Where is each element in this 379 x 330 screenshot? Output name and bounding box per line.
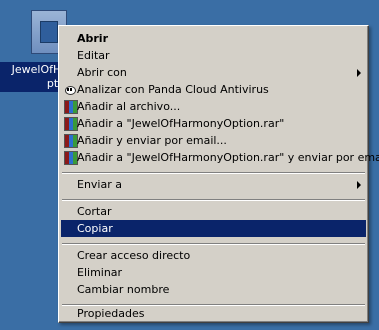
menu-item-label: Añadir a "JewelOfHarmonyOption.rar" y en… [77, 151, 379, 164]
menu-item-crear-acceso[interactable]: Crear acceso directo [61, 247, 366, 264]
menu-item-label: Analizar con Panda Cloud Antivirus [77, 83, 269, 96]
submenu-arrow-icon [357, 181, 361, 189]
menu-item-anadir-email[interactable]: Añadir y enviar por email... [61, 132, 366, 149]
menu-item-label: Cambiar nombre [77, 283, 170, 296]
menu-item-editar[interactable]: Editar [61, 47, 366, 64]
menu-item-label: Eliminar [77, 266, 123, 279]
menu-item-label: Abrir [77, 32, 109, 45]
menu-item-label: Propiedades [77, 307, 145, 320]
menu-separator [62, 172, 365, 174]
winrar-icon [64, 116, 78, 131]
menu-item-anadir-rar-email[interactable]: Añadir a "JewelOfHarmonyOption.rar" y en… [61, 149, 379, 166]
menu-item-label: Añadir al archivo... [77, 100, 181, 113]
menu-item-label: Abrir con [77, 66, 127, 79]
menu-item-cortar[interactable]: Cortar [61, 203, 366, 220]
panda-antivirus-icon [64, 84, 76, 96]
menu-item-analizar-panda[interactable]: Analizar con Panda Cloud Antivirus [61, 81, 366, 98]
menu-item-propiedades[interactable]: Propiedades [61, 305, 366, 322]
menu-item-label: Copiar [77, 222, 113, 235]
winrar-icon [64, 150, 78, 165]
menu-item-abrir-con[interactable]: Abrir con [61, 64, 366, 81]
menu-item-label: Enviar a [77, 178, 122, 191]
menu-item-anadir-rar[interactable]: Añadir a "JewelOfHarmonyOption.rar" [61, 115, 366, 132]
menu-separator [62, 243, 365, 245]
menu-item-abrir[interactable]: Abrir [61, 30, 366, 47]
menu-item-anadir-archivo[interactable]: Añadir al archivo... [61, 98, 366, 115]
menu-item-label: Añadir a "JewelOfHarmonyOption.rar" [77, 117, 285, 130]
menu-item-label: Añadir y enviar por email... [77, 134, 227, 147]
menu-item-eliminar[interactable]: Eliminar [61, 264, 366, 281]
menu-item-enviar-a[interactable]: Enviar a [61, 176, 366, 193]
submenu-arrow-icon [357, 69, 361, 77]
winrar-icon [64, 133, 78, 148]
menu-separator [62, 199, 365, 201]
menu-item-label: Crear acceso directo [77, 249, 191, 262]
context-menu: Abrir Editar Abrir con Analizar con Pand… [58, 25, 379, 323]
menu-item-label: Editar [77, 49, 110, 62]
menu-item-copiar[interactable]: Copiar [61, 220, 366, 237]
menu-item-cambiar-nombre[interactable]: Cambiar nombre [61, 281, 366, 298]
winrar-icon [64, 99, 78, 114]
menu-item-label: Cortar [77, 205, 112, 218]
